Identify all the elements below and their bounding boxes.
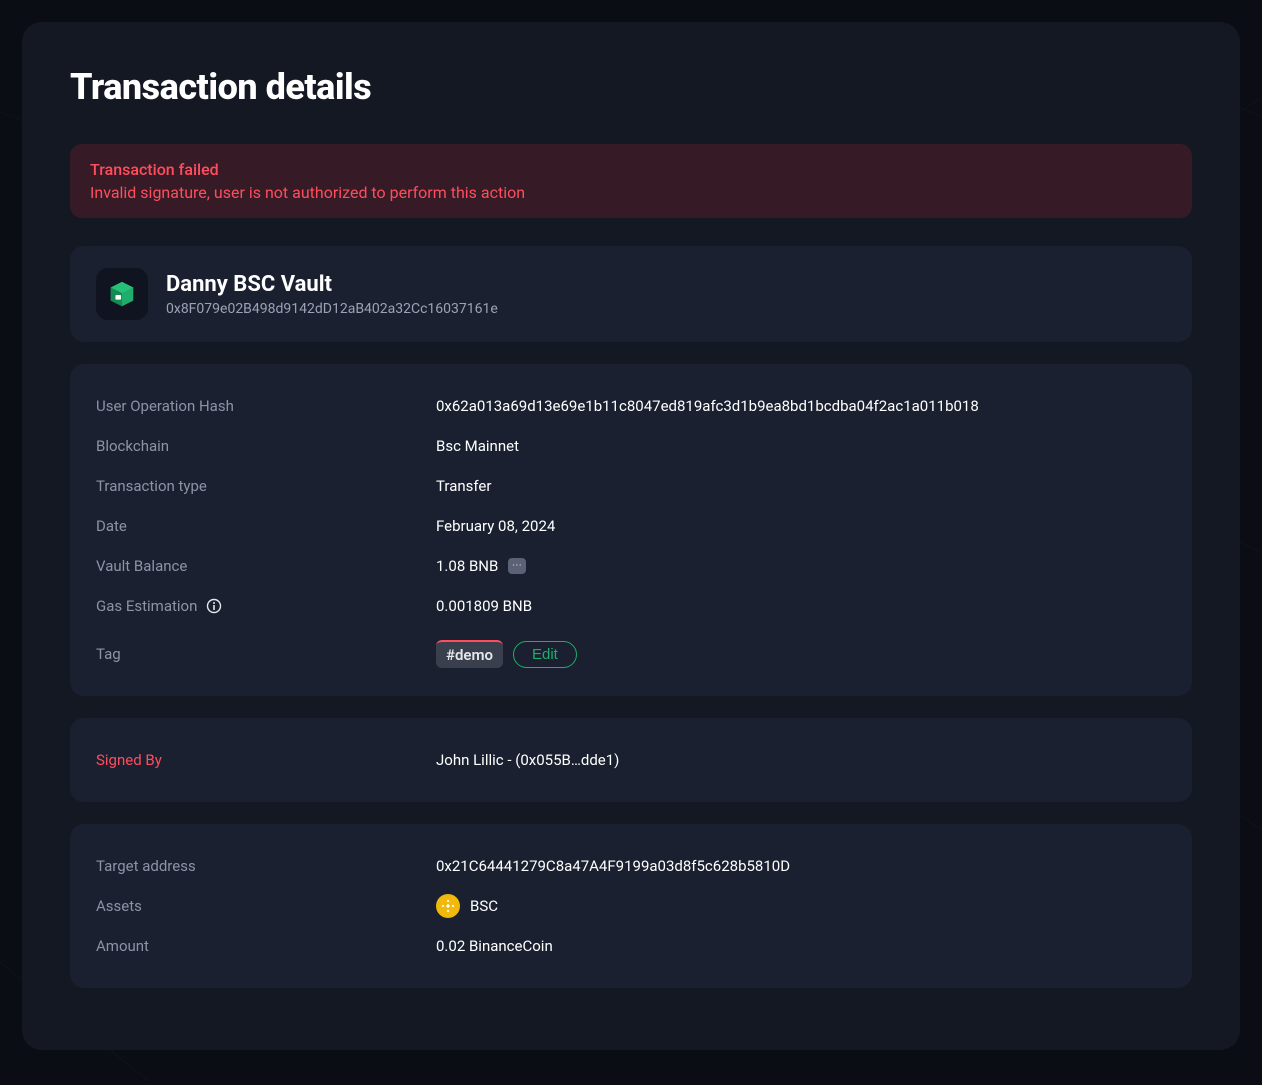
value-user-op-hash: 0x62a013a69d13e69e1b11c8047ed819afc3d1b9… xyxy=(436,397,979,415)
details-card: User Operation Hash 0x62a013a69d13e69e1b… xyxy=(70,364,1192,696)
row-amount: Amount 0.02 BinanceCoin xyxy=(96,926,1166,966)
row-assets: Assets BSC xyxy=(96,886,1166,926)
label-target-address: Target address xyxy=(96,857,436,875)
label-amount: Amount xyxy=(96,937,436,955)
page-title: Transaction details xyxy=(70,66,1192,108)
label-signed-by: Signed By xyxy=(96,751,436,769)
row-balance: Vault Balance 1.08 BNB ⋯ xyxy=(96,546,1166,586)
label-tag: Tag xyxy=(96,645,436,663)
row-signed-by: Signed By John Lillic - (0x055B…dde1) xyxy=(96,740,1166,780)
label-gas: Gas Estimation xyxy=(96,597,197,615)
vault-address: 0x8F079e02B498d9142dD12aB402a32Cc1603716… xyxy=(166,301,498,317)
vault-card: Danny BSC Vault 0x8F079e02B498d9142dD12a… xyxy=(70,246,1192,342)
error-alert: Transaction failed Invalid signature, us… xyxy=(70,144,1192,218)
tag-chip: #demo xyxy=(436,640,503,668)
vault-name: Danny BSC Vault xyxy=(166,272,498,297)
value-signed-by: John Lillic - (0x055B…dde1) xyxy=(436,751,619,769)
value-blockchain: Bsc Mainnet xyxy=(436,437,519,455)
row-user-op-hash: User Operation Hash 0x62a013a69d13e69e1b… xyxy=(96,386,1166,426)
label-date: Date xyxy=(96,517,436,535)
row-tag: Tag #demo Edit xyxy=(96,634,1166,674)
alert-message: Invalid signature, user is not authorize… xyxy=(90,183,1172,202)
row-target-address: Target address 0x21C64441279C8a47A4F9199… xyxy=(96,846,1166,886)
label-assets: Assets xyxy=(96,897,436,915)
vault-icon xyxy=(96,268,148,320)
row-date: Date February 08, 2024 xyxy=(96,506,1166,546)
bsc-asset-icon xyxy=(436,894,460,918)
label-user-op-hash: User Operation Hash xyxy=(96,397,436,415)
balance-more-icon[interactable]: ⋯ xyxy=(508,558,526,574)
alert-title: Transaction failed xyxy=(90,160,1172,179)
row-blockchain: Blockchain Bsc Mainnet xyxy=(96,426,1166,466)
value-amount: 0.02 BinanceCoin xyxy=(436,937,553,955)
value-date: February 08, 2024 xyxy=(436,517,555,535)
signer-card: Signed By John Lillic - (0x055B…dde1) xyxy=(70,718,1192,802)
value-assets: BSC xyxy=(470,897,498,915)
transaction-panel: Transaction details Transaction failed I… xyxy=(22,22,1240,1050)
value-tx-type: Transfer xyxy=(436,477,491,495)
value-target-address: 0x21C64441279C8a47A4F9199a03d8f5c628b581… xyxy=(436,857,790,875)
label-blockchain: Blockchain xyxy=(96,437,436,455)
target-card: Target address 0x21C64441279C8a47A4F9199… xyxy=(70,824,1192,988)
edit-tag-button[interactable]: Edit xyxy=(513,641,577,668)
value-balance: 1.08 BNB xyxy=(436,557,498,575)
label-tx-type: Transaction type xyxy=(96,477,436,495)
row-tx-type: Transaction type Transfer xyxy=(96,466,1166,506)
row-gas: Gas Estimation 0.001809 BNB xyxy=(96,586,1166,626)
label-balance: Vault Balance xyxy=(96,557,436,575)
info-icon[interactable] xyxy=(205,597,223,615)
value-gas: 0.001809 BNB xyxy=(436,597,532,615)
